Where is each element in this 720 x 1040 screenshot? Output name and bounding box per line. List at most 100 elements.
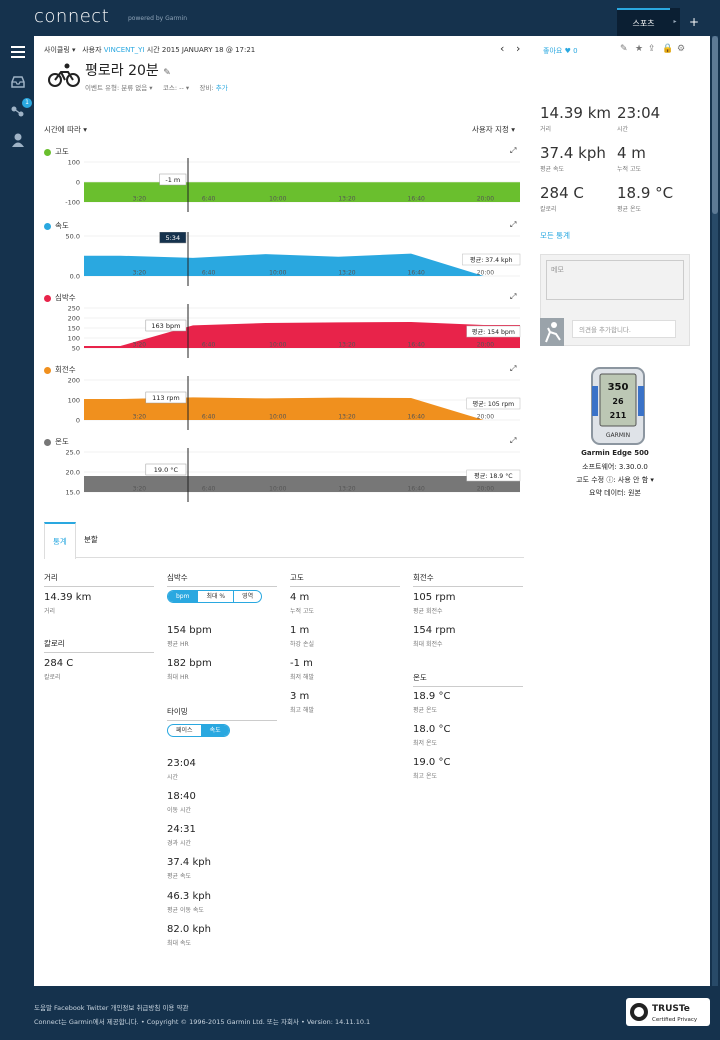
max-elev-label: 최고 해발 xyxy=(290,707,314,714)
speed-x-tick: 6:40 xyxy=(202,270,216,277)
heart-rate-chart[interactable]: 250 200 150 100 50 3:20 6:40 10:00 13:20 16:40 20:… xyxy=(34,304,524,358)
cadence-chart-title: 회전수 xyxy=(44,364,76,375)
favorite-icon[interactable]: ★ xyxy=(635,44,643,54)
elev-gain-label: 누적 고도 xyxy=(290,608,314,615)
time-value: 23:04 xyxy=(167,758,196,769)
connect-logo[interactable]: connect xyxy=(34,6,109,27)
tab-menu-arrow[interactable]: ▸ xyxy=(670,8,680,36)
gear-icon[interactable]: ⚙ xyxy=(677,44,685,54)
menu-icon[interactable] xyxy=(10,44,26,60)
footer-links[interactable]: 도움말 Facebook Twitter 개인정보 취급방침 이용 약관 xyxy=(34,1002,188,1012)
elevation-chart[interactable]: 100 0 -100 3:20 6:40 10:00 13:20 16:40 20:00 -1 m xyxy=(34,158,524,212)
heart-rate-expand-icon[interactable]: ⤢ xyxy=(510,292,516,302)
heart-rate-cursor-label: 163 bpm xyxy=(151,322,180,330)
course-dropdown[interactable]: -- ▾ xyxy=(179,84,189,92)
activity-date: 2015 JANUARY 18 @ 17:21 xyxy=(161,46,256,54)
elevation-correction[interactable]: 고도 수정 ⓘ: 사용 안 함 ▾ xyxy=(540,475,690,485)
elevation-expand-icon[interactable]: ⤢ xyxy=(510,146,516,156)
temperature-title-text: 온도 xyxy=(55,437,69,446)
elevation-chart-title: 고도 xyxy=(44,146,69,157)
like-button[interactable]: 좋아요 ♥ 0 xyxy=(543,46,578,56)
heart-rate-x-tick: 16:40 xyxy=(408,342,425,349)
custom-view-dropdown[interactable]: 사용자 지정 ▾ xyxy=(472,124,515,135)
cadence-y-tick: 0 xyxy=(76,417,80,425)
device-image: 350 26 211 GARMIN xyxy=(591,367,645,445)
temperature-y-tick: 15.0 xyxy=(66,489,80,497)
device-screen-bottom: 211 xyxy=(610,411,627,420)
event-type-dropdown[interactable]: 분류 없음 ▾ xyxy=(121,84,152,92)
avg-hr-value: 154 bpm xyxy=(167,625,212,636)
heart-icon: ♥ xyxy=(564,47,571,55)
hr-zone-toggle[interactable]: 영역 xyxy=(234,591,261,602)
heart-rate-section-header: 심박수 xyxy=(167,572,277,587)
edit-icon[interactable]: ✎ xyxy=(620,44,628,54)
max-hr-label: 최대 HR xyxy=(167,674,189,681)
distance-value: 14.39 km xyxy=(44,592,92,603)
timing-toggle: 페이스 속도 xyxy=(167,724,230,737)
all-stats-link[interactable]: 모든 통계 xyxy=(540,230,570,241)
course-label: 코스: xyxy=(162,84,178,92)
pace-toggle[interactable]: 페이스 xyxy=(168,725,202,736)
speed-legend-dot xyxy=(44,222,51,230)
inbox-icon[interactable] xyxy=(10,74,26,90)
distance-label: 거리 xyxy=(44,608,56,615)
calories-section-header: 칼로리 xyxy=(44,638,154,653)
hr-bpm-toggle[interactable]: bpm xyxy=(168,591,199,602)
comment-input[interactable]: 의견을 추가합니다. xyxy=(572,320,676,338)
share-icon[interactable]: ⇪ xyxy=(648,44,656,54)
memo-field[interactable]: 메모 xyxy=(546,260,684,300)
heart-rate-y-tick: 200 xyxy=(68,315,80,323)
device-screen-mid: 26 xyxy=(612,397,624,406)
gear-label: 장비: xyxy=(199,84,214,92)
elevation-x-tick: 10:00 xyxy=(269,196,286,203)
hr-max-percent-toggle[interactable]: 최대 % xyxy=(198,591,235,602)
speed-title-text: 속도 xyxy=(55,221,69,230)
user-link[interactable]: VINCENT_YI xyxy=(104,46,145,54)
next-activity-button[interactable]: › xyxy=(516,42,520,55)
truste-label: TRUSTe xyxy=(652,1004,690,1014)
tab-sports[interactable]: 스포츠 xyxy=(617,8,670,36)
temperature-average-label: 평균: 18.9 °C xyxy=(474,472,513,480)
avatar xyxy=(540,318,564,346)
elevation-x-tick: 13:20 xyxy=(338,196,355,203)
summary-elevation-value: 4 m xyxy=(617,144,646,162)
elevation-y-tick: 100 xyxy=(68,159,80,167)
speed-chart[interactable]: 50.0 0.0 3:20 6:40 10:00 13:20 16:40 20:00 5:34 평… xyxy=(34,232,524,286)
add-tab-button[interactable]: + xyxy=(684,8,704,36)
elevation-x-tick: 6:40 xyxy=(202,196,216,203)
speed-toggle[interactable]: 속도 xyxy=(201,725,229,736)
pencil-icon[interactable]: ✎ xyxy=(163,68,171,78)
previous-activity-button[interactable]: ‹ xyxy=(500,42,504,55)
avg-temp-label: 평균 온도 xyxy=(413,707,437,714)
lock-icon[interactable]: 🔒 xyxy=(662,44,673,54)
calories-value: 284 C xyxy=(44,658,74,669)
tab-splits[interactable]: 분할 xyxy=(76,522,106,558)
truste-badge[interactable]: TRUSTe Certified Privacy xyxy=(626,998,710,1026)
speed-expand-icon[interactable]: ⤢ xyxy=(510,220,516,230)
elevation-x-tick: 16:40 xyxy=(408,196,425,203)
moving-time-value: 18:40 xyxy=(167,791,196,802)
time-axis-dropdown[interactable]: 시간에 따라 ▾ xyxy=(44,124,87,135)
speed-y-tick: 0.0 xyxy=(70,273,80,281)
elevation-title-text: 고도 xyxy=(55,147,69,156)
summary-distance-value: 14.39 km xyxy=(540,104,612,122)
temperature-chart[interactable]: 25.0 20.0 15.0 3:20 6:40 10:00 13:20 16:40 20:00… xyxy=(34,448,524,502)
activity-type-dropdown[interactable]: 사이클링 ▾ xyxy=(44,46,76,54)
temperature-area xyxy=(84,476,520,492)
temperature-expand-icon[interactable]: ⤢ xyxy=(510,436,516,446)
heart-rate-y-tick: 150 xyxy=(68,325,80,333)
temperature-chart-title: 온도 xyxy=(44,436,69,447)
scrollbar-thumb[interactable] xyxy=(712,36,718,214)
device-screen-top: 350 xyxy=(608,382,629,393)
cadence-chart[interactable]: 200 100 0 3:20 6:40 10:00 13:20 16:40 20:00 113 r… xyxy=(34,376,524,430)
tab-stats[interactable]: 통계 xyxy=(44,522,76,559)
cadence-legend-dot xyxy=(44,366,51,374)
user-icon[interactable] xyxy=(10,132,26,148)
activity-title[interactable]: 평로라 20분 ✎ xyxy=(85,60,171,80)
summary-time-label: 시간 xyxy=(617,126,629,133)
avg-speed-value: 37.4 kph xyxy=(167,857,211,868)
elevation-y-tick: -100 xyxy=(65,199,80,207)
temperature-x-tick: 3:20 xyxy=(133,486,147,493)
cadence-expand-icon[interactable]: ⤢ xyxy=(510,364,516,374)
add-gear-link[interactable]: 추가 xyxy=(216,84,228,92)
